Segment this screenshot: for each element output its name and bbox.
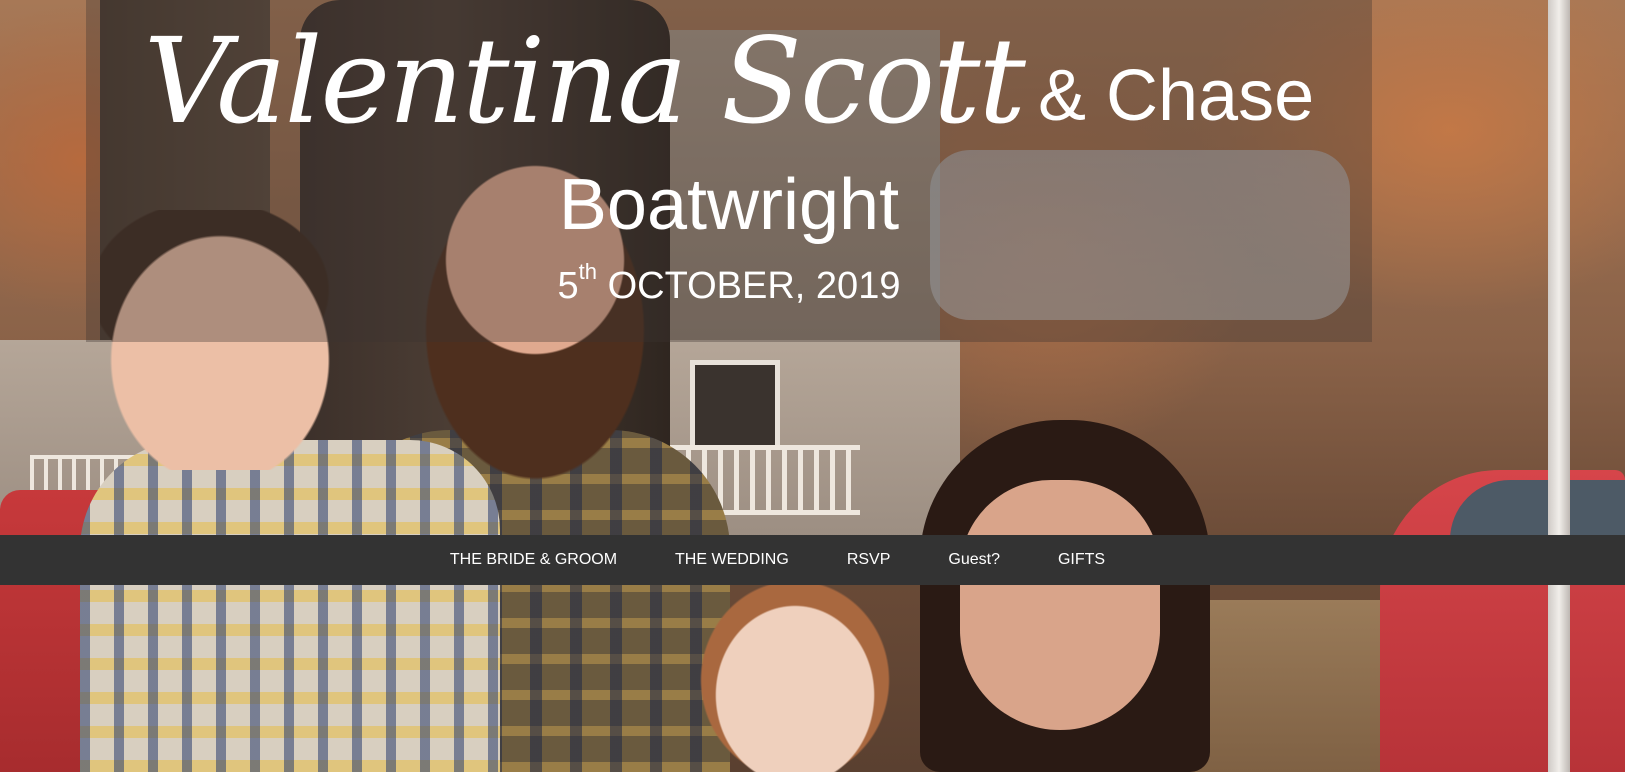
bride-name: Valentina Scott [143,12,1026,150]
nav-list: THE BRIDE & GROOM THE WEDDING RSVP Guest… [421,551,1134,569]
nav-item-rsvp[interactable]: RSVP [818,551,920,569]
date-month-year: OCTOBER, 2019 [597,265,901,307]
nav-item-gifts[interactable]: GIFTS [1029,551,1134,569]
date-day: 5 [557,265,579,307]
groom-first-name: & Chase [1037,56,1315,136]
main-navigation: THE BRIDE & GROOM THE WEDDING RSVP Guest… [0,535,1625,585]
nav-item-guest[interactable]: Guest? [919,551,1029,569]
couple-names-line1: Valentina Scott & Chase [86,0,1372,160]
nav-item-bride-groom[interactable]: THE BRIDE & GROOM [421,551,646,569]
groom-last-name: Boatwright [558,165,900,245]
date-suffix: th [578,259,598,284]
wedding-date: 5th OCTOBER, 2019 [86,258,1372,314]
nav-item-wedding[interactable]: THE WEDDING [646,551,818,569]
